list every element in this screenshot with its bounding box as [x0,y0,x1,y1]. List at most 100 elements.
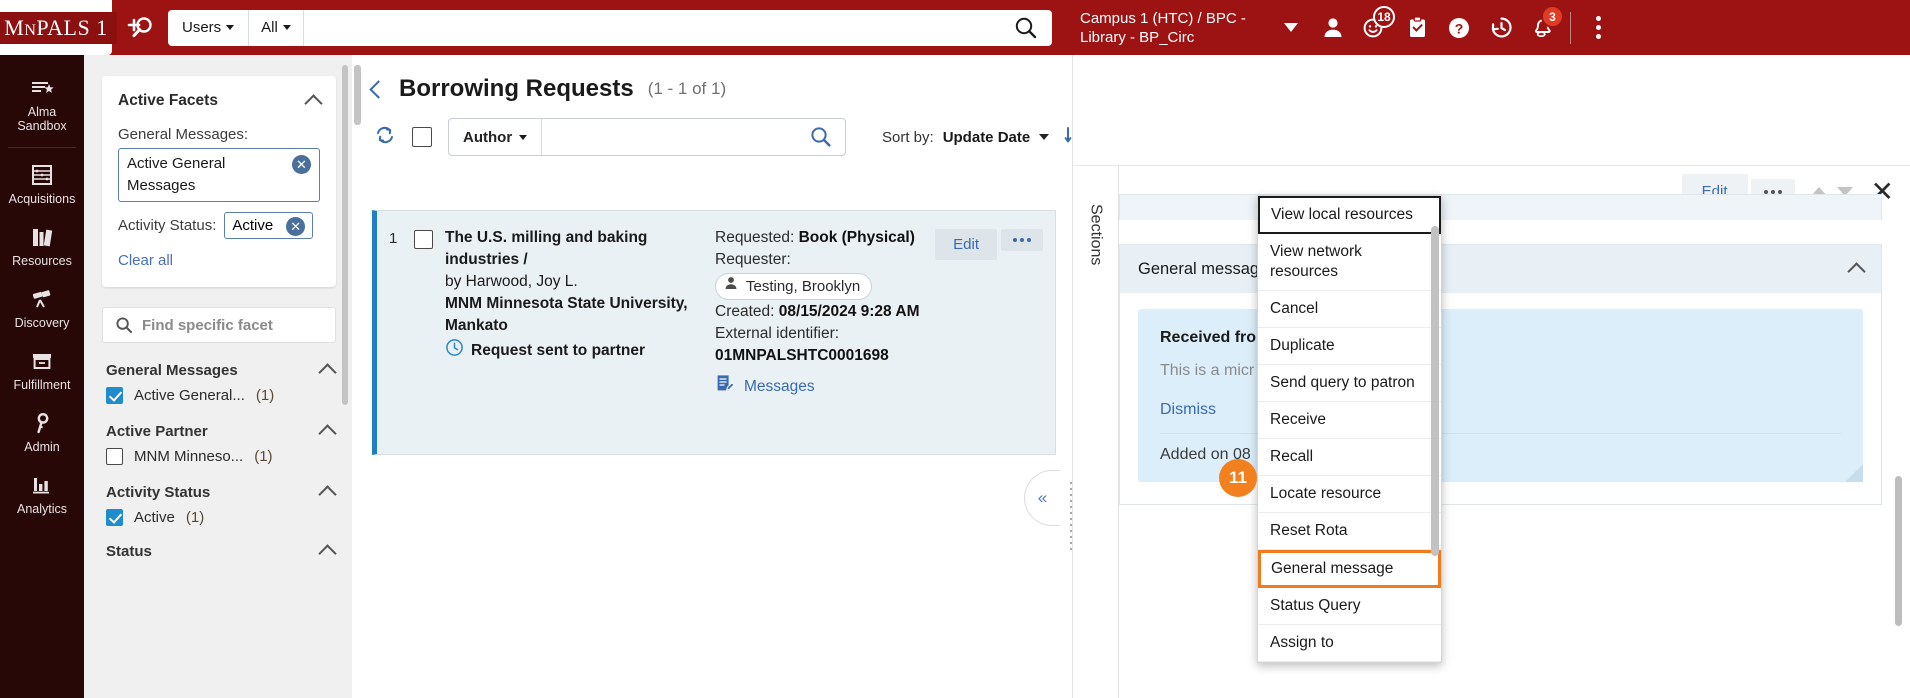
result-row[interactable]: 1 The U.S. milling and baking industries… [372,210,1056,455]
results-search-icon[interactable] [797,125,845,149]
sidebar-item-alma-sandbox[interactable]: Alma Sandbox [0,67,84,143]
sidebar-label: Discovery [14,316,70,330]
result-status: Request sent to partner [445,338,697,364]
history-icon[interactable] [1480,0,1522,55]
header-icon-group: 18 ? 3 [1312,0,1619,55]
search-icon[interactable] [1000,15,1052,41]
step-badge: 11 [1219,459,1257,497]
facet-row-active[interactable]: Active (1) [106,509,334,526]
remove-facet-icon[interactable]: ✕ [292,155,311,174]
sidebar-item-discovery[interactable]: Discovery [0,278,84,340]
result-bibliographic-info: The U.S. milling and baking industries /… [445,227,697,454]
sidebar-item-admin[interactable]: Admin [0,402,84,464]
smiley-tasks-icon[interactable]: 18 [1354,0,1396,55]
menu-item-send-query-to-patron[interactable]: Send query to patron [1258,365,1441,402]
app-logo[interactable]: MNPALS 1 [0,11,117,44]
collapse-left-icon[interactable]: « [1024,470,1060,526]
clock-icon [445,338,464,364]
result-actions: Edit [935,227,1043,454]
campus-selector[interactable]: Campus 1 (HTC) / BPC - Library - BP_Circ [1080,9,1270,47]
sidebar-label: Admin [24,440,60,454]
add-search-icon[interactable] [112,0,168,55]
facet-group-header[interactable]: Activity Status [106,483,337,504]
facet-group-header[interactable]: Active Partner [106,422,337,443]
results-search-scope-dropdown[interactable]: Author [449,119,543,155]
requester-pill[interactable]: Testing, Brooklyn [715,273,873,300]
results-search-input[interactable] [542,119,797,155]
facet-row-active-general-messages[interactable]: Active General... (1) [106,387,334,404]
result-edit-button[interactable]: Edit [935,229,997,260]
bar-chart-icon [2,473,82,497]
menu-item-view-local-resources[interactable]: View local resources [1258,196,1441,234]
sidebar-item-resources[interactable]: Resources [0,216,84,278]
menu-item-assign-to[interactable]: Assign to [1258,625,1441,662]
help-icon[interactable]: ? [1438,0,1480,55]
facet-group-header[interactable]: Status [106,542,337,563]
facet-checkbox[interactable] [106,387,123,404]
facet-group-title: General Messages [106,361,238,379]
menu-item-reset-rota[interactable]: Reset Rota [1258,513,1441,550]
more-menu-icon[interactable] [1577,0,1619,55]
menu-item-view-network-resources[interactable]: View network resources [1258,234,1441,291]
activity-status-facet-label: Activity Status: [118,217,217,234]
chevron-up-icon[interactable] [304,94,323,113]
back-icon[interactable] [369,79,388,99]
remove-facet-icon[interactable]: ✕ [286,217,306,236]
result-title[interactable]: The U.S. milling and baking industries / [445,227,697,271]
results-search-scope-label: Author [463,128,513,146]
facets-pane: Active Facets General Messages: Active G… [84,55,352,698]
menu-item-cancel[interactable]: Cancel [1258,291,1441,328]
record-detail-scrollbar[interactable] [1895,476,1902,626]
user-icon[interactable] [1312,0,1354,55]
notifications-bell-icon[interactable]: 3 [1522,0,1564,55]
clear-all-link[interactable]: Clear all [118,252,320,269]
facet-search-box[interactable]: Find specific facet [102,307,336,343]
facet-row-mnm-minnesota[interactable]: MNM Minneso... (1) [106,448,334,465]
refresh-icon[interactable] [374,124,396,151]
sidebar-item-fulfillment[interactable]: Fulfillment [0,340,84,402]
general-messages-header[interactable]: General messages [1120,245,1881,293]
sidebar-item-analytics[interactable]: Analytics [0,464,84,526]
menu-item-receive[interactable]: Receive [1258,402,1441,439]
campus-chevron-down-icon[interactable] [1284,23,1298,32]
result-more-actions-icon[interactable] [1001,229,1043,251]
facet-checkbox[interactable] [106,509,123,526]
logo-container: MNPALS 1 [0,0,117,55]
facet-row-label: MNM Minneso... [134,448,244,465]
facet-row-count: (1) [254,448,273,465]
requested-label: Requested: [715,229,795,246]
record-actions-menu: View local resources View network resour… [1257,195,1442,663]
chevron-up-icon[interactable] [1847,262,1866,281]
menu-item-duplicate[interactable]: Duplicate [1258,328,1441,365]
search-filter-dropdown[interactable]: All [249,9,304,46]
clipboard-check-icon[interactable] [1396,0,1438,55]
left-navigation: Alma Sandbox Acquisitions Resources Disc… [0,55,84,698]
facet-row-count: (1) [185,509,205,526]
messages-link[interactable]: Messages [715,373,933,400]
result-checkbox[interactable] [414,230,433,249]
facet-checkbox[interactable] [106,448,123,465]
record-detail-panel: Sections Edit ✕ General messages Receive… [1072,55,1910,698]
sections-tab[interactable]: Sections [1073,166,1119,698]
main-scrollbar[interactable] [354,65,361,125]
menu-item-general-message[interactable]: General message [1258,550,1441,588]
general-messages-chip[interactable]: Active General Messages ✕ [118,148,320,202]
facet-group-header[interactable]: General Messages [106,361,337,382]
sidebar-label: Resources [12,254,72,268]
select-all-checkbox[interactable] [412,127,432,147]
chevron-down-icon[interactable] [1039,134,1050,140]
result-index: 1 [389,230,398,247]
sort-by-value[interactable]: Update Date [943,129,1031,146]
search-scope-dropdown[interactable]: Users [168,9,250,46]
menu-scrollbar[interactable] [1431,226,1439,556]
menu-item-recall[interactable]: Recall [1258,439,1441,476]
general-messages-chip-label: Active General Messages [127,155,226,194]
activity-status-chip[interactable]: Active ✕ [224,212,314,239]
menu-item-status-query[interactable]: Status Query [1258,588,1441,625]
sidebar-item-acquisitions[interactable]: Acquisitions [0,154,84,216]
global-search-input[interactable] [303,9,1000,46]
sections-tab-label: Sections [1087,204,1105,266]
menu-item-locate-resource[interactable]: Locate resource [1258,476,1441,513]
facets-scrollbar[interactable] [342,65,348,405]
facet-group-title: Activity Status [106,483,211,501]
